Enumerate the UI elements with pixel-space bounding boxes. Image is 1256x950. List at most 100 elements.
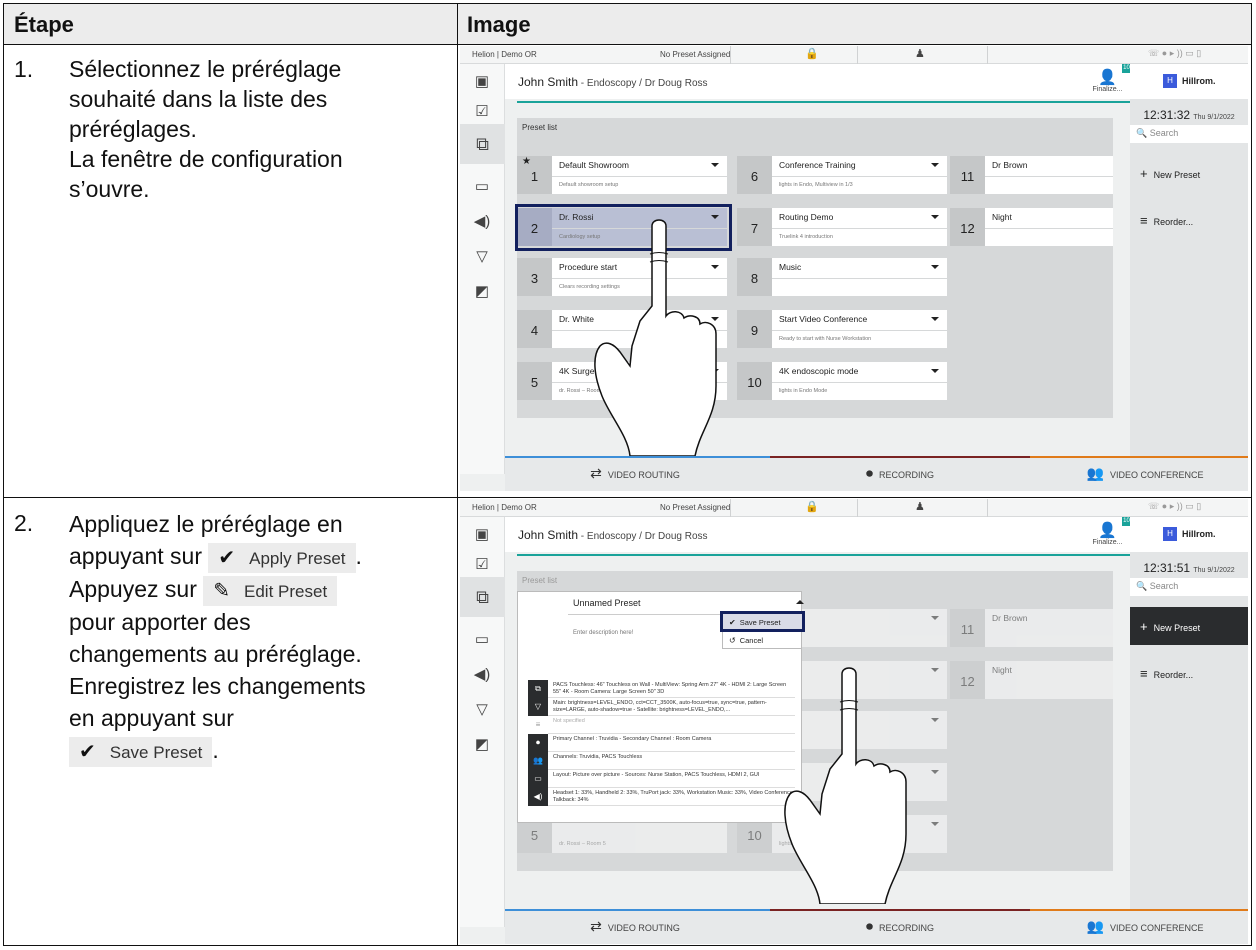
display-icon[interactable]: ▭ [472,630,492,650]
presets-icon[interactable]: ⧉ [460,124,505,164]
presets-icon[interactable]: ⧉ [460,577,505,617]
hillrom-logo: H Hillrom. [1130,64,1248,99]
search-icon: 🔍 [1136,128,1148,138]
settings-row: ≡ Not specified [528,716,795,734]
save-preset-button: ✔ Save Preset [69,736,213,767]
preset-card[interactable]: 6 Conference Training lights in Endo, Mult… [737,156,947,194]
search-input[interactable]: 🔍 Search [1130,125,1248,143]
left-toolbar: ▣ ☑ ⧉ ▭ ◀) ▽ ◩ [460,64,505,474]
camera-icon[interactable]: ◩ [472,735,492,755]
edit-preset-button: ✎ Edit Preset [203,575,338,606]
new-preset-button[interactable]: + New Preset [1130,607,1248,645]
display-routing-icon: ⧉ [528,680,548,698]
new-preset-button[interactable]: + New Preset [1130,154,1248,192]
bottom-tab-bar: ⇄ VIDEO ROUTING ⏺ RECORDING 👥 VIDEO CONFERE… [505,909,1248,944]
search-input[interactable]: 🔍 Search [1130,578,1248,596]
hillrom-logo: H Hillrom. [1130,517,1248,552]
tab-video-conference[interactable]: 👥 VIDEO CONFERENCE [1015,909,1248,944]
step-number: 1. [14,56,34,82]
left-toolbar: ▣ ☑ ⧉ ▭ ◀) ▽ ◩ [460,517,505,927]
table-header: Étape Image [4,4,1251,44]
step-1-text: Sélectionnez le préréglage souhaité dans… [69,56,343,202]
status-icons: ☏ ● ▸ )) ▭ ▯ [1148,501,1202,511]
checkmark-icon: ✔ [79,740,96,763]
conference-icon: 👥 [1086,918,1104,934]
surgical-light-icon[interactable]: ▽ [472,247,492,267]
search-icon: 🔍 [1136,581,1148,591]
tab-video-routing[interactable]: ⇄ VIDEO ROUTING [505,909,765,944]
lock-icon: 🔒 [805,48,819,60]
bottom-tab-bar: ⇄ VIDEO ROUTING ⏺ RECORDING 👥 VIDEO CONFERE… [505,456,1248,491]
preset-card[interactable]: 4 Dr. White [517,310,727,348]
settings-row: ⏺ Primary Channel : Truvidia - Secondary … [528,734,795,752]
preset-card: 11 Dr Brown [950,609,1113,647]
preset-description-field[interactable]: Enter description here! [573,630,633,636]
preset-card[interactable]: 8 Music [737,258,947,296]
reorder-button[interactable]: ≡ Reorder... [1130,654,1248,692]
screenshot-edit-preset: Helion | Demo OR No Preset Assigned 🔒 ♟ … [460,499,1248,944]
recording-icon: ⏺ [865,918,873,934]
tab-recording[interactable]: ⏺ RECORDING [770,456,1030,491]
clock: 12:31:51 Thu 9/1/2022 [1143,561,1235,575]
preset-card[interactable]: 10 4K endoscopic mode lights in Endo Mode [737,362,947,400]
checklist-icon[interactable]: ☑ [472,102,492,122]
camera-icon[interactable]: ◩ [472,282,492,302]
checklist-icon[interactable]: ☑ [472,555,492,575]
checkmark-icon: ✔ [218,546,236,569]
undo-icon: ↺ [729,636,736,645]
preset-card[interactable]: 11 Dr Brown [950,156,1113,194]
tab-recording[interactable]: ⏺ RECORDING [770,909,1030,944]
preset-card[interactable]: 9 Start Video Conference Ready to start wi… [737,310,947,348]
apply-preset-button: ✔ Apply Preset [208,542,356,573]
surgical-light-icon[interactable]: ▽ [472,700,492,720]
display-icon: ▭ [528,770,548,788]
preset-card[interactable]: 5 4K Surger dr. Rossi – Room 5 [517,362,727,400]
tab-video-conference[interactable]: 👥 VIDEO CONFERENCE [1015,456,1248,491]
cancel-menu-item[interactable]: ↺ Cancel [723,632,803,649]
step-2-text: Appliquez le préréglage en appuyant sur … [69,508,366,767]
reorder-icon: ≡ [1140,666,1148,681]
surgical-light-icon: ▽ [528,698,548,716]
star-icon: ★ [522,156,531,167]
preset-card: 12 Night [950,661,1113,699]
patient-header: John Smith - Endoscopy / Dr Doug Ross [505,64,1130,99]
plus-icon: + [1140,619,1148,634]
tab-video-routing[interactable]: ⇄ VIDEO ROUTING [505,456,765,491]
person-icon: ♟ [915,501,925,513]
header-step: Étape [14,12,74,37]
settings-row: ⧉ PACS Touchless: 46" Touchless on Wall -… [528,680,795,698]
conference-icon: 👥 [528,752,548,770]
top-status-bar: Helion | Demo OR No Preset Assigned 🔒 ♟ … [460,46,1248,64]
routing-icon: ⇄ [590,918,602,934]
plus-icon: + [1140,166,1148,181]
audio-icon: ◀) [528,788,548,806]
top-status-bar: Helion | Demo OR No Preset Assigned 🔒 ♟ … [460,499,1248,517]
preset-card[interactable]: 12 Night [950,208,1113,246]
recording-icon: ⏺ [865,465,873,481]
patient-card-icon[interactable]: ▣ [472,72,492,92]
display-icon[interactable]: ▭ [472,177,492,197]
audio-icon[interactable]: ◀) [472,212,492,232]
audio-icon[interactable]: ◀) [472,665,492,685]
preset-card[interactable]: 1 ★ Default Showroom Default showroom setup [517,156,727,194]
conference-icon: 👥 [1086,465,1104,481]
patient-card-icon[interactable]: ▣ [472,525,492,545]
patient-header: John Smith - Endoscopy / Dr Doug Ross [505,517,1130,552]
settings-row: ◀) Headset 1: 33%, Handheld 2: 33%, TruPo… [528,788,795,806]
settings-row: 👥 Channels: Truvidia, PACS Touchless [528,752,795,770]
recording-icon: ⏺ [528,734,548,752]
person-icon: ♟ [915,48,925,60]
preset-card[interactable]: 7 Routing Demo Truelink 4 introduction [737,208,947,246]
reorder-icon: ≡ [1140,213,1148,228]
status-icons: ☏ ● ▸ )) ▭ ▯ [1148,48,1202,58]
lock-icon: 🔒 [805,501,819,513]
reorder-button[interactable]: ≡ Reorder... [1130,201,1248,239]
preset-name-field[interactable]: Unnamed Preset [573,598,641,608]
preset-card[interactable]: 3 Procedure start Clears recording setting… [517,258,727,296]
settings-row: ▭ Layout: Picture over picture - Sources:… [528,770,795,788]
equipment-icon: ≡ [528,716,548,734]
header-image: Image [467,12,531,37]
selection-highlight [515,204,732,251]
routing-icon: ⇄ [590,465,602,481]
selection-highlight [720,611,805,632]
